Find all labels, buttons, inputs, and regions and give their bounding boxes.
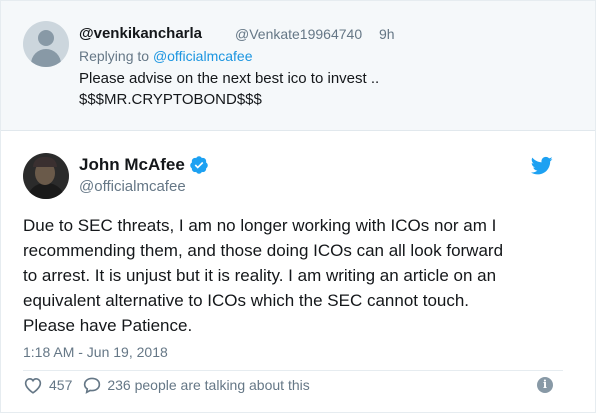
tweet-text-line: recommending them, and those doing ICOs … — [23, 241, 504, 260]
tweet-text-line: Please have Patience. — [23, 316, 193, 335]
conversation-count-link[interactable]: 236 people are talking about this — [107, 377, 309, 393]
tweet-actions: 457 236 people are talking about this — [23, 374, 310, 396]
reply-text-line: Please advise on the next best ico to in… — [79, 70, 380, 87]
author-avatar[interactable] — [23, 153, 69, 199]
tweet-text: Due to SEC threats, I am no longer worki… — [23, 213, 563, 338]
heart-icon[interactable] — [23, 376, 43, 394]
speech-bubble-icon[interactable] — [82, 376, 102, 394]
tweet-text-line: equivalent alternative to ICOs which the… — [23, 291, 470, 310]
info-icon[interactable]: i — [537, 377, 553, 393]
divider — [23, 370, 563, 371]
replying-to-line: Replying to @officialmcafee — [79, 48, 253, 64]
reply-tweet-text: Please advise on the next best ico to in… — [79, 68, 559, 110]
tweet-embed-card: @venkikancharla @Venkate19964740 9h Repl… — [0, 0, 596, 413]
verified-badge-icon — [190, 156, 208, 174]
tweet-text-line: Due to SEC threats, I am no longer worki… — [23, 216, 497, 235]
tweet-text-line: to arrest. It is unjust but it is realit… — [23, 266, 497, 285]
reply-tweet[interactable]: @venkikancharla @Venkate19964740 9h Repl… — [1, 1, 595, 131]
author-handle[interactable]: @officialmcafee — [79, 178, 186, 195]
reply-display-name[interactable]: @venkikancharla — [79, 25, 202, 42]
author-display-name[interactable]: John McAfee — [79, 155, 185, 175]
replying-to-mention[interactable]: @officialmcafee — [153, 48, 253, 64]
twitter-bird-icon[interactable] — [531, 156, 553, 176]
replying-prefix: Replying to — [79, 48, 153, 64]
like-count[interactable]: 457 — [49, 377, 72, 393]
reply-timestamp[interactable]: 9h — [379, 26, 395, 42]
reply-text-line: $$$MR.CRYPTOBOND$$$ — [79, 91, 262, 108]
reply-handle[interactable]: @Venkate19964740 — [235, 26, 362, 42]
default-avatar-icon[interactable] — [23, 21, 69, 67]
tweet-timestamp[interactable]: 1:18 AM - Jun 19, 2018 — [23, 344, 168, 360]
